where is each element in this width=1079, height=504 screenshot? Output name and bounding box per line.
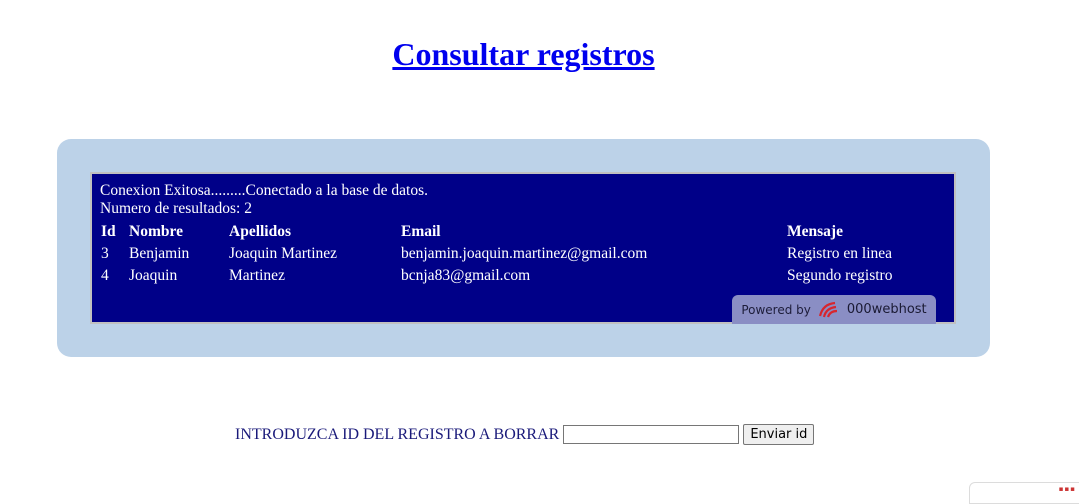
send-id-button[interactable]: Enviar id bbox=[743, 424, 815, 445]
results-box: Conexion Exitosa.........Conectado a la … bbox=[90, 172, 956, 324]
delete-id-input[interactable] bbox=[563, 425, 740, 444]
powered-by-badge[interactable]: Powered by 000webhost bbox=[732, 295, 936, 324]
column-header-email: Email bbox=[401, 223, 441, 240]
column-header-nombre: Nombre bbox=[129, 223, 183, 240]
results-panel: Conexion Exitosa.........Conectado a la … bbox=[57, 139, 990, 357]
result-count: Numero de resultados: 2 bbox=[100, 200, 252, 217]
cell-email: benjamin.joaquin.martinez@gmail.com bbox=[401, 245, 648, 262]
table-header-row: Id Nombre Apellidos Email Mensaje bbox=[99, 222, 929, 242]
cell-nombre: Joaquin bbox=[129, 267, 178, 284]
cell-apellidos: Joaquin Martinez bbox=[229, 245, 338, 262]
powered-by-label: Powered by bbox=[741, 302, 811, 317]
page-title: Consultar registros bbox=[0, 36, 1047, 73]
delete-form: INTRODUZCA ID DEL REGISTRO A BORRAR Envi… bbox=[235, 424, 815, 445]
column-header-apellidos: Apellidos bbox=[229, 223, 292, 240]
cell-mensaje: Segundo registro bbox=[787, 267, 893, 284]
cell-email: bcnja83@gmail.com bbox=[401, 267, 531, 284]
cell-id: 4 bbox=[101, 267, 109, 284]
connection-status: Conexion Exitosa.........Conectado a la … bbox=[100, 182, 429, 199]
000webhost-logo-icon bbox=[817, 301, 841, 319]
cell-nombre: Benjamin bbox=[129, 245, 190, 262]
column-header-mensaje: Mensaje bbox=[787, 223, 843, 240]
cell-apellidos: Martinez bbox=[229, 267, 285, 284]
table-row: 4 Joaquin Martinez bcnja83@gmail.com Seg… bbox=[99, 266, 929, 286]
badge-brand-name: 000webhost bbox=[846, 301, 927, 317]
page-title-link[interactable]: Consultar registros bbox=[392, 36, 654, 72]
cell-mensaje: Registro en linea bbox=[787, 245, 893, 262]
column-header-id: Id bbox=[101, 223, 116, 240]
table-row: 3 Benjamin Joaquin Martinez benjamin.joa… bbox=[99, 244, 929, 264]
delete-id-label: INTRODUZCA ID DEL REGISTRO A BORRAR bbox=[235, 425, 560, 443]
cell-id: 3 bbox=[101, 245, 109, 262]
results-table: Id Nombre Apellidos Email Mensaje 3 Benj… bbox=[97, 220, 931, 288]
corner-widget[interactable]: ▪▪▪ bbox=[969, 482, 1079, 504]
